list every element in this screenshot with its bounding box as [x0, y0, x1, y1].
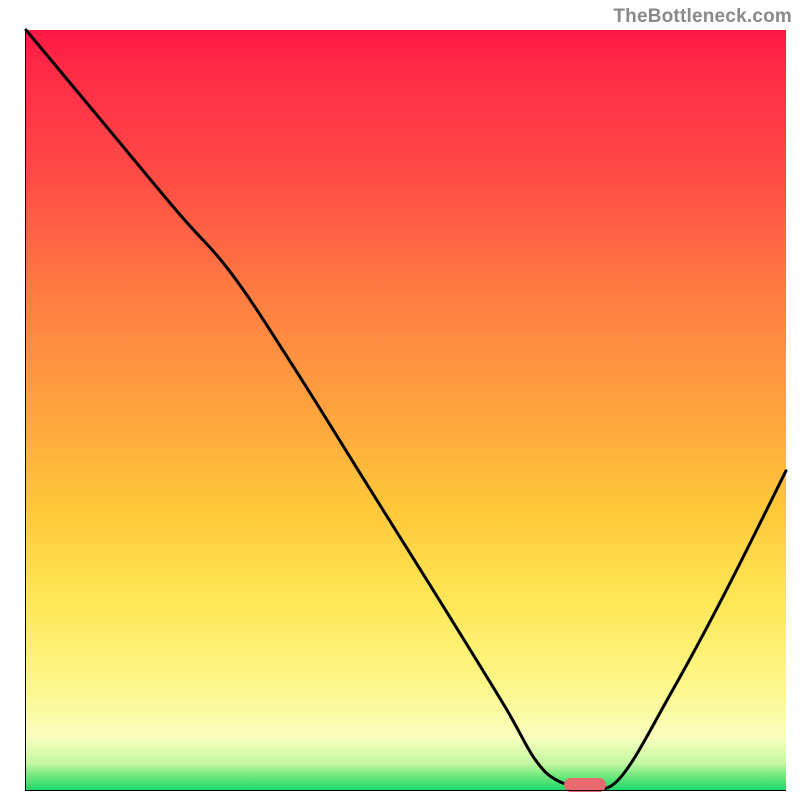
attribution-text: TheBottleneck.com [613, 6, 792, 28]
x-axis [25, 790, 786, 791]
bottleneck-curve [26, 30, 786, 790]
chart-stage: TheBottleneck.com [0, 0, 800, 800]
y-axis [25, 30, 26, 790]
